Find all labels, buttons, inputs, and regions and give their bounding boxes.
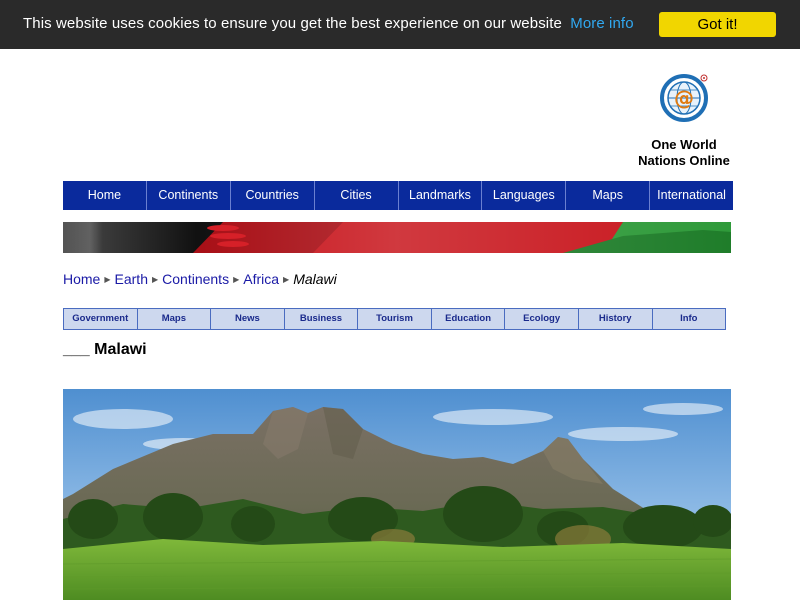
breadcrumb-home[interactable]: Home bbox=[63, 271, 100, 287]
subnav-info[interactable]: Info bbox=[653, 309, 726, 329]
breadcrumb: Home ▶ Earth ▶ Continents ▶ Africa ▶ Mal… bbox=[63, 271, 337, 287]
nav-countries[interactable]: Countries bbox=[231, 181, 315, 210]
site-name: One World Nations Online bbox=[630, 137, 738, 169]
nav-languages[interactable]: Languages bbox=[482, 181, 567, 210]
caret-right-icon: ▶ bbox=[151, 274, 159, 284]
more-info-link[interactable]: More info bbox=[570, 15, 633, 32]
nav-maps[interactable]: Maps bbox=[566, 181, 651, 210]
malawi-flag-banner bbox=[63, 222, 731, 253]
cookie-message-text: This website uses cookies to ensure you … bbox=[23, 15, 562, 32]
subnav-business[interactable]: Business bbox=[285, 309, 359, 329]
caret-right-icon: ▶ bbox=[104, 274, 111, 284]
page-title: ___ Malawi bbox=[63, 341, 147, 358]
subnav-history[interactable]: History bbox=[579, 309, 653, 329]
subnav-ecology[interactable]: Ecology bbox=[505, 309, 579, 329]
subnav-news[interactable]: News bbox=[211, 309, 285, 329]
breadcrumb-earth[interactable]: Earth bbox=[115, 271, 148, 287]
svg-text:@: @ bbox=[674, 86, 694, 110]
mountain-landscape-image bbox=[63, 389, 731, 600]
subnav-education[interactable]: Education bbox=[432, 309, 506, 329]
country-subnav: Government Maps News Business Tourism Ed… bbox=[63, 308, 726, 330]
breadcrumb-continents[interactable]: Continents bbox=[162, 271, 229, 287]
cookie-consent-bar: This website uses cookies to ensure you … bbox=[0, 0, 800, 49]
site-name-line2: Nations Online bbox=[638, 153, 730, 168]
caret-right-icon: ▶ bbox=[233, 274, 240, 284]
main-navigation: Home Continents Countries Cities Landmar… bbox=[63, 181, 733, 210]
nav-international[interactable]: International bbox=[650, 181, 733, 210]
subnav-maps[interactable]: Maps bbox=[138, 309, 212, 329]
nav-continents[interactable]: Continents bbox=[147, 181, 231, 210]
breadcrumb-current: Malawi bbox=[293, 271, 337, 287]
got-it-button[interactable]: Got it! bbox=[659, 12, 776, 37]
subnav-government[interactable]: Government bbox=[64, 309, 138, 329]
nav-cities[interactable]: Cities bbox=[315, 181, 399, 210]
breadcrumb-africa[interactable]: Africa bbox=[243, 271, 279, 287]
site-name-line1: One World bbox=[651, 137, 717, 152]
subnav-tourism[interactable]: Tourism bbox=[358, 309, 432, 329]
nav-home[interactable]: Home bbox=[63, 181, 147, 210]
at-globe-logo-icon[interactable]: @ bbox=[660, 72, 710, 122]
nav-landmarks[interactable]: Landmarks bbox=[399, 181, 483, 210]
caret-right-icon: ▶ bbox=[283, 274, 290, 284]
cookie-message: This website uses cookies to ensure you … bbox=[23, 15, 634, 32]
